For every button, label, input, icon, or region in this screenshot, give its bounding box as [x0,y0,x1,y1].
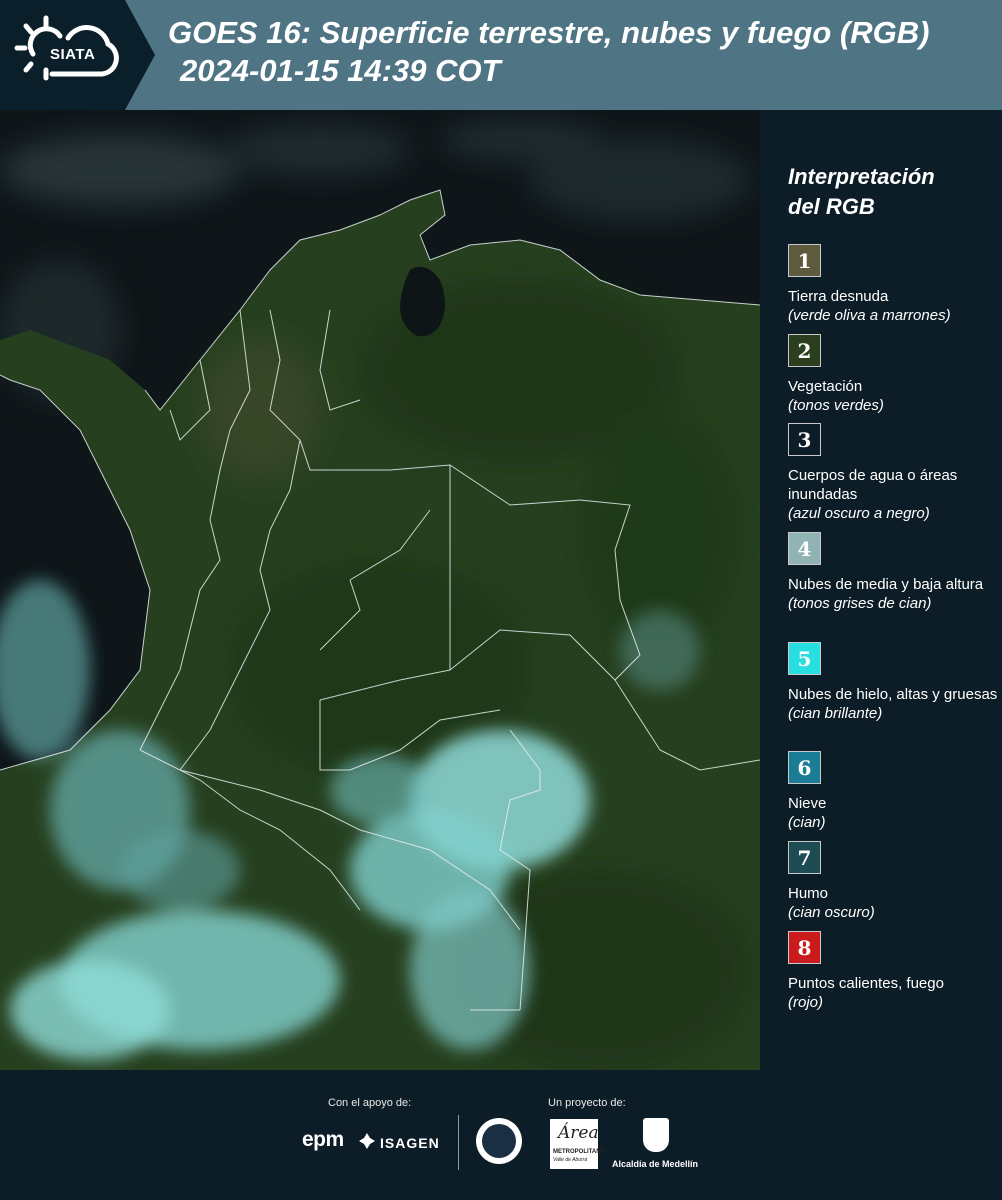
footer: Con el apoyo de: Un proyecto de: epm ISA… [0,1070,1002,1200]
satellite-map[interactable] [0,110,760,1070]
legend-panel: Interpretación del RGB 1 Tierra desnuda … [760,110,1002,1070]
legend-item-snow: 6 Nieve (cian) [788,751,998,832]
legend-item-desc: (azul oscuro a negro) [788,505,930,522]
legend-item-label: Nubes de hielo, altas y gruesas [788,686,998,703]
legend-swatch: 5 [788,642,821,675]
legend-item-desc: (cian oscuro) [788,904,875,921]
legend-item-desc: (tonos grises de cian) [788,595,932,612]
satellite-image [0,110,760,1070]
legend-item-hotspots: 8 Puntos calientes, fuego (rojo) [788,931,998,1012]
legend-swatch: 4 [788,532,821,565]
project-label: Un proyecto de: [548,1097,626,1109]
area-metropolitana-logo[interactable]: Área METROPOLITANA Valle de Aburrá [550,1119,605,1169]
isagen-mark-icon [359,1133,375,1149]
legend-swatch: 8 [788,931,821,964]
legend-title: Interpretación del RGB [788,164,935,219]
legend-item-label: Nieve [788,795,827,812]
legend-item-vegetation: 2 Vegetación (tonos verdes) [788,334,998,415]
footer-divider [458,1115,459,1170]
support-label: Con el apoyo de: [328,1097,412,1109]
legend-item-desc: (cian brillante) [788,705,883,722]
legend-item-bare-soil: 1 Tierra desnuda (verde oliva a marrones… [788,244,998,325]
legend-swatch: 1 [788,244,821,277]
legend-item-label: Puntos calientes, fuego [788,975,944,992]
legend-swatch: 7 [788,841,821,874]
isagen-logo[interactable]: ISAGEN [380,1135,440,1151]
logo-text: SIATA [50,46,96,63]
legend-item-ice-clouds: 5 Nubes de hielo, altas y gruesas (cian … [788,642,998,723]
legend-item-desc: (rojo) [788,994,824,1011]
page-timestamp: 2024-01-15 14:39 COT [180,53,501,88]
epm-logo[interactable]: epm [302,1128,344,1152]
header-bar: SIATA GOES 16: Superficie terrestre, nub… [0,0,1002,110]
legend-item-desc: (tonos verdes) [788,397,884,414]
legend-item-desc: (verde oliva a marrones) [788,307,951,324]
alcaldia-shield-icon[interactable] [643,1118,669,1152]
legend-swatch: 3 [788,423,821,456]
alcaldia-label: Alcaldía de Medellín [612,1159,699,1169]
siata-logo[interactable]: SIATA [0,0,155,110]
legend-item-desc: (cian) [788,814,826,831]
legend-item-mid-low-clouds: 4 Nubes de media y baja altura (tonos gr… [788,532,998,613]
legend-item-label: Humo [788,885,829,902]
legend-item-water: 3 Cuerpos de agua o áreas inundadas (azu… [788,423,998,523]
seal-center-icon [482,1124,516,1158]
legend-item-smoke: 7 Humo (cian oscuro) [788,841,998,922]
legend-item-label: Nubes de media y baja altura [788,576,984,593]
university-seal-icon[interactable] [476,1118,522,1164]
legend-swatch: 6 [788,751,821,784]
legend-item-label: Tierra desnuda [788,288,889,305]
legend-swatch: 2 [788,334,821,367]
legend-item-label: Cuerpos de agua o áreas inundadas [788,467,958,503]
page-title: GOES 16: Superficie terrestre, nubes y f… [168,15,930,50]
legend-item-label: Vegetación [788,378,863,395]
